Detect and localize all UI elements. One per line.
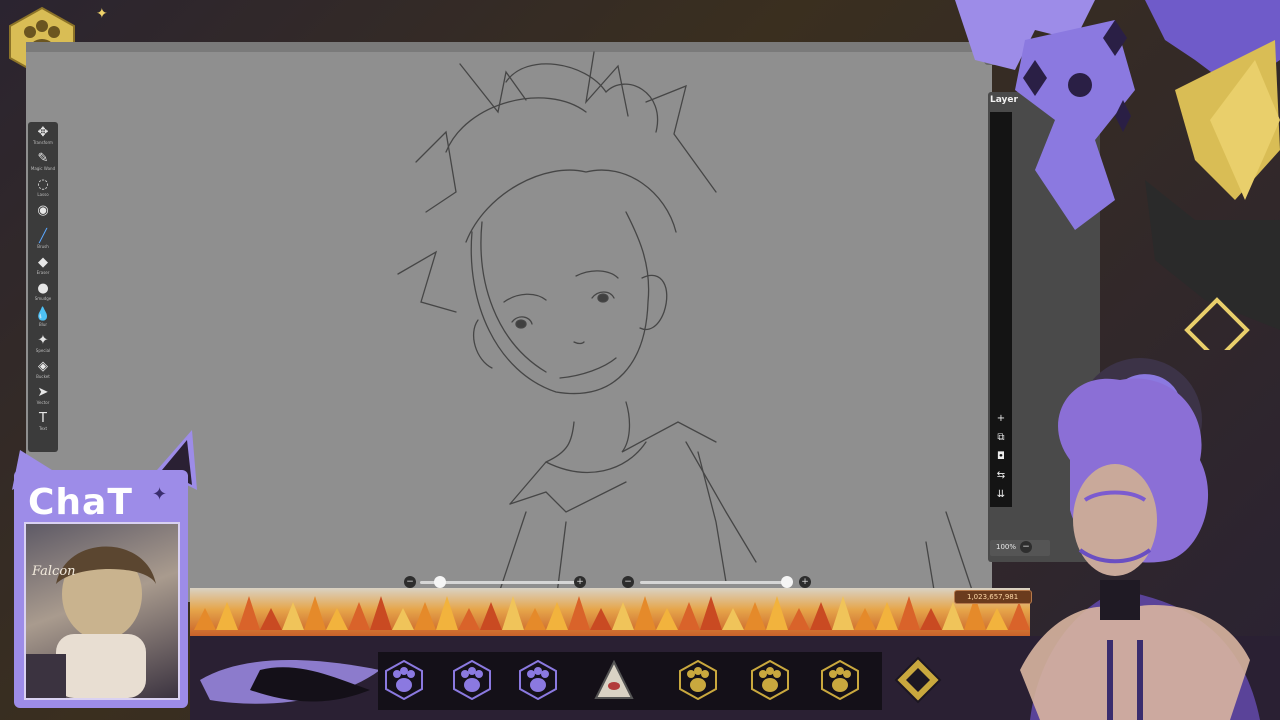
tool-label: Magic Wand: [30, 166, 56, 171]
autumn-tree-icon: [216, 602, 238, 630]
gold-diamond-icon: [894, 656, 942, 708]
paw-icon: [678, 659, 718, 701]
opacity-decrease-button[interactable]: −: [622, 576, 634, 588]
autumn-tree-icon: [480, 602, 502, 630]
autumn-fox-banner: [190, 588, 1030, 636]
eraser-icon: ◆: [38, 255, 48, 270]
paw-icon: [750, 659, 790, 701]
autumn-tree-icon: [436, 596, 458, 630]
purple-sparkle-icon: ✦: [152, 484, 168, 505]
paw-icon: [384, 659, 424, 701]
move-icon: ✥: [37, 125, 49, 140]
paw-icon: [820, 659, 860, 701]
tool-sidebar: ✥ Transform ✎ Magic Wand ◌ Lasso ◉ ╱ Brush ◆ Erase…: [28, 122, 58, 452]
tool-blur[interactable]: 💧 Blur: [28, 308, 58, 334]
tool-vector[interactable]: ➤ Vector: [28, 386, 58, 412]
autumn-tree-icon: [744, 602, 766, 630]
chat-artwork-card: Falcon: [24, 522, 180, 700]
opacity-slider-knob[interactable]: [781, 576, 793, 588]
autumn-tree-icon: [194, 608, 216, 630]
autumn-tree-icon: [502, 596, 524, 630]
tool-special[interactable]: ✦ Special: [28, 334, 58, 360]
flip-icon[interactable]: ⇆: [994, 469, 1008, 483]
smudge-icon: ●: [37, 281, 49, 296]
autumn-tree-icon: [986, 608, 1008, 630]
opacity-slider[interactable]: [640, 581, 790, 584]
duplicate-layer-icon[interactable]: ⧉: [994, 431, 1008, 445]
tool-label: Bucket: [36, 374, 50, 379]
autumn-tree-icon: [612, 602, 634, 630]
tool-magic-wand[interactable]: ✎ Magic Wand: [28, 152, 58, 178]
chat-card-caption: Falcon: [32, 564, 76, 579]
tool-label: Eraser: [36, 270, 50, 275]
autumn-tree-icon: [568, 596, 590, 630]
brush-size-decrease-button[interactable]: −: [404, 576, 416, 588]
tool-bucket[interactable]: ◈ Bucket: [28, 360, 58, 386]
tool-label: Vector: [36, 400, 50, 405]
autumn-tree-icon: [920, 608, 942, 630]
autumn-tree-icon: [634, 596, 656, 630]
autumn-tree-icon: [700, 596, 722, 630]
tool-label: Blur: [38, 322, 48, 327]
tool-lasso[interactable]: ◌ Lasso: [28, 178, 58, 204]
autumn-tree-icon: [788, 608, 810, 630]
streamer-avatar: [1010, 350, 1280, 720]
lasso-icon: ◌: [37, 177, 49, 192]
autumn-tree-icon: [678, 602, 700, 630]
autumn-tree-icon: [260, 608, 282, 630]
triangle-eye-icon: [594, 659, 634, 700]
autumn-tree-icon: [238, 596, 260, 630]
purple-brush-stroke: [190, 640, 390, 716]
autumn-tree-icon: [656, 608, 678, 630]
purple-geometric-decoration: [955, 0, 1280, 363]
tool-label: Brush: [37, 244, 49, 249]
autumn-tree-icon: [282, 602, 304, 630]
merge-down-icon[interactable]: ⇊: [994, 488, 1008, 502]
paw-icon: [452, 659, 492, 701]
autumn-tree-icon: [524, 608, 546, 630]
autumn-tree-icon: [876, 602, 898, 630]
camera-icon[interactable]: ◘: [994, 450, 1008, 464]
text-icon: T: [39, 411, 47, 426]
autumn-tree-icon: [304, 596, 326, 630]
tool-color[interactable]: ◉: [28, 204, 58, 230]
brush-size-slider-knob[interactable]: [434, 576, 446, 588]
color-picker-icon: ◉: [37, 203, 49, 218]
brush-size-increase-button[interactable]: +: [574, 576, 586, 588]
autumn-tree-icon: [854, 608, 876, 630]
autumn-tree-icon: [766, 596, 788, 630]
autumn-tree-icon: [370, 596, 392, 630]
tool-eraser[interactable]: ◆ Eraser: [28, 256, 58, 282]
autumn-tree-icon: [942, 602, 964, 630]
gold-sparkle-icon: ✦: [96, 6, 108, 22]
tool-label: Lasso: [37, 192, 49, 197]
opacity-increase-button[interactable]: +: [799, 576, 811, 588]
autumn-tree-icon: [590, 608, 612, 630]
autumn-tree-icon: [458, 608, 480, 630]
autumn-tree-icon: [546, 602, 568, 630]
paw-icon: [518, 659, 558, 701]
autumn-tree-icon: [722, 608, 744, 630]
brush-icon: ╱: [39, 229, 47, 244]
tool-label: Special: [35, 348, 51, 353]
autumn-tree-icon: [898, 596, 920, 630]
autumn-tree-icon: [326, 608, 348, 630]
autumn-tree-icon: [810, 602, 832, 630]
autumn-tree-icon: [392, 608, 414, 630]
autumn-tree-icon: [832, 596, 854, 630]
vector-icon: ➤: [37, 385, 49, 400]
bucket-icon: ◈: [38, 359, 48, 374]
magic-wand-icon: ✎: [37, 151, 49, 166]
tool-move[interactable]: ✥ Transform: [28, 126, 58, 152]
tool-label: Smudge: [34, 296, 52, 301]
autumn-tree-icon: [414, 602, 436, 630]
autumn-tree-icon: [348, 602, 370, 630]
tool-brush[interactable]: ╱ Brush: [28, 230, 58, 256]
tool-smudge[interactable]: ● Smudge: [28, 282, 58, 308]
special-icon: ✦: [37, 333, 49, 348]
chat-title: ChaT: [28, 482, 133, 523]
add-layer-icon[interactable]: +: [994, 412, 1008, 426]
blur-icon: 💧: [34, 307, 52, 322]
tool-label: Transform: [33, 140, 53, 145]
